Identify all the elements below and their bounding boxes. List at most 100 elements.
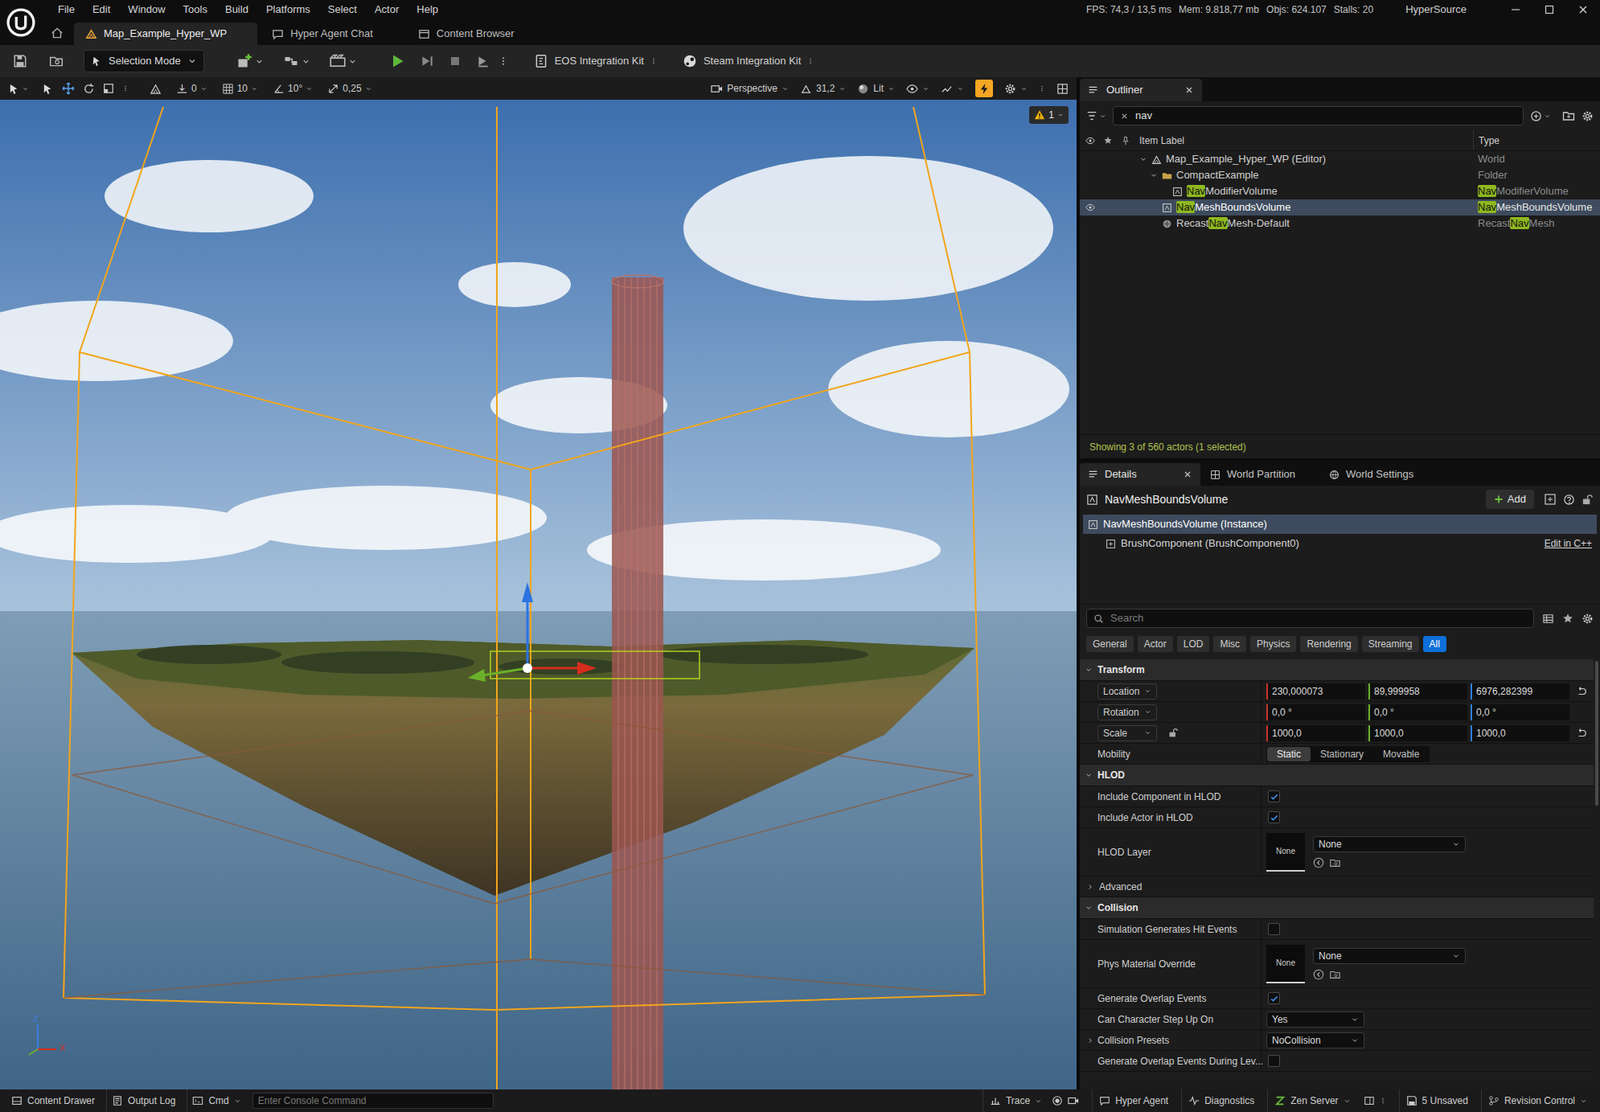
filter-tab[interactable]: Actor <box>1137 635 1174 653</box>
asset-thumbnail[interactable]: None <box>1266 832 1305 872</box>
section-header[interactable]: Collision <box>1079 897 1594 919</box>
filter-tab[interactable]: Rendering <box>1300 635 1358 653</box>
menu-item[interactable]: Tools <box>183 1 208 18</box>
move-tool-icon[interactable] <box>61 82 75 95</box>
number-field[interactable]: 0,0 ° <box>1470 704 1570 721</box>
transform-mode-dropdown[interactable]: Location <box>1097 683 1157 700</box>
asset-dropdown[interactable]: None <box>1312 836 1466 853</box>
property-dropdown[interactable]: Yes <box>1266 1011 1365 1028</box>
filter-tab[interactable]: General <box>1086 635 1134 653</box>
component-row[interactable]: NavMeshBoundsVolume (Instance) <box>1083 514 1597 534</box>
checkbox[interactable] <box>1267 790 1280 803</box>
blueprint-icon[interactable] <box>1543 492 1557 506</box>
help-icon[interactable] <box>1563 493 1576 506</box>
mobility-option[interactable]: Movable <box>1373 746 1429 762</box>
show-dropdown[interactable] <box>906 82 930 95</box>
status-button[interactable]: Diagnostics <box>1181 1089 1261 1112</box>
document-tab[interactable]: Hyper Agent Chat <box>260 22 404 46</box>
menu-item[interactable]: Window <box>127 1 165 18</box>
menu-item[interactable]: Actor <box>374 1 399 18</box>
performance-dropdown[interactable] <box>940 82 965 95</box>
checkbox[interactable] <box>1267 811 1280 824</box>
transform-mode-dropdown[interactable]: Scale <box>1097 725 1157 742</box>
asset-thumbnail[interactable]: None <box>1266 944 1305 984</box>
details-scrollbar[interactable] <box>1593 659 1600 1090</box>
section-header[interactable]: Transform <box>1079 659 1594 682</box>
rotate-tool-icon[interactable] <box>82 82 95 95</box>
transform-mode-dropdown[interactable]: Rotation <box>1097 704 1157 721</box>
property-matrix-icon[interactable] <box>1542 612 1555 625</box>
close-icon[interactable] <box>1566 3 1600 17</box>
status-button[interactable]: Trace <box>982 1089 1086 1112</box>
status-button[interactable]: Content Drawer <box>6 1089 100 1112</box>
outliner-search-field[interactable]: nav <box>1112 106 1524 126</box>
number-field[interactable]: 1000,0 <box>1266 725 1366 742</box>
minimize-icon[interactable] <box>1498 3 1533 17</box>
console-input[interactable] <box>252 1092 494 1109</box>
scale-lock-icon[interactable] <box>1168 727 1179 739</box>
details-tab[interactable]: Details <box>1079 463 1201 486</box>
section-header[interactable]: HLOD <box>1079 764 1594 787</box>
filter-tab[interactable]: Misc <box>1213 635 1247 653</box>
stop-icon[interactable] <box>448 54 462 68</box>
filter-tab[interactable]: Streaming <box>1362 635 1420 653</box>
settings-icon[interactable] <box>1581 612 1594 625</box>
status-button[interactable]: 5 Unsaved <box>1398 1089 1475 1112</box>
expand-caret-icon[interactable] <box>1139 155 1148 164</box>
asset-dropdown[interactable]: None <box>1312 947 1466 965</box>
toolbar-dropdown[interactable] <box>329 53 357 70</box>
status-button[interactable]: Revision Control <box>1481 1089 1594 1112</box>
viewport-scene[interactable]: 1ZX <box>0 99 1077 1090</box>
panel-icon[interactable] <box>1363 1095 1375 1107</box>
plugin-button[interactable]: EOS Integration Kit <box>533 53 657 70</box>
outliner-row[interactable]: Map_Example_Hyper_WP (Editor)World <box>1079 151 1600 168</box>
view-type-dropdown[interactable]: Perspective <box>710 81 789 96</box>
scrollbar-thumb[interactable] <box>1595 660 1599 806</box>
reset-icon[interactable] <box>1575 685 1588 698</box>
highlight-toggle[interactable] <box>975 79 993 98</box>
add-component-button[interactable]: Add <box>1485 489 1535 509</box>
menu-item[interactable]: Build <box>225 1 249 18</box>
use-selected-icon[interactable] <box>1312 968 1325 981</box>
number-field[interactable]: 1000,0 <box>1368 725 1468 742</box>
reset-icon[interactable] <box>1575 727 1588 739</box>
number-field[interactable]: 0,0 ° <box>1266 704 1366 721</box>
toolbar-dropdown[interactable] <box>283 53 311 70</box>
fov-dropdown[interactable]: 31,2 <box>800 81 846 96</box>
column-header[interactable]: Type <box>1472 130 1600 151</box>
advance-frame-icon[interactable] <box>419 53 435 69</box>
warnings-badge[interactable]: 1 <box>1029 106 1069 124</box>
menu-item[interactable]: File <box>57 1 75 18</box>
status-button[interactable]: Output Log <box>106 1089 181 1112</box>
status-button[interactable]: Cmd <box>186 1089 246 1112</box>
close-icon[interactable] <box>1184 85 1194 95</box>
record-icon[interactable] <box>1051 1095 1063 1107</box>
scale-tool-icon[interactable] <box>102 82 115 95</box>
checkbox[interactable] <box>1267 992 1280 1005</box>
lock-icon[interactable] <box>1581 493 1594 506</box>
plugin-button[interactable]: Steam Integration Kit <box>682 53 814 70</box>
status-button[interactable]: Zen Server <box>1267 1089 1392 1112</box>
document-tab[interactable]: Content Browser <box>406 22 546 46</box>
status-button[interactable]: Hyper Agent <box>1091 1089 1175 1112</box>
number-field[interactable]: 6976,282399 <box>1470 683 1570 700</box>
details-tab[interactable]: World Settings <box>1321 463 1438 486</box>
details-search-field[interactable]: Search <box>1086 608 1535 628</box>
favorites-icon[interactable] <box>1562 612 1574 624</box>
clear-search-icon[interactable] <box>1120 111 1129 121</box>
snap-setting[interactable]: 10° <box>272 81 313 96</box>
edit-in-cpp-link[interactable]: Edit in C++ <box>1544 536 1597 551</box>
visibility-toggle[interactable] <box>1081 154 1100 165</box>
maximize-icon[interactable] <box>1532 3 1567 17</box>
browse-asset-icon[interactable] <box>1329 857 1342 869</box>
settings-dropdown[interactable] <box>1004 82 1028 95</box>
outliner-row[interactable]: CompactExampleFolder <box>1079 167 1600 184</box>
new-folder-icon[interactable] <box>1562 109 1576 123</box>
mobility-option[interactable]: Stationary <box>1310 746 1374 762</box>
save-icon[interactable] <box>12 53 28 69</box>
visibility-toggle[interactable] <box>1081 218 1100 229</box>
menu-item[interactable]: Edit <box>92 1 111 18</box>
details-tab[interactable]: World Partition <box>1202 463 1320 486</box>
number-field[interactable]: 89,999958 <box>1368 683 1468 700</box>
column-header[interactable]: Item Label <box>1134 133 1473 148</box>
